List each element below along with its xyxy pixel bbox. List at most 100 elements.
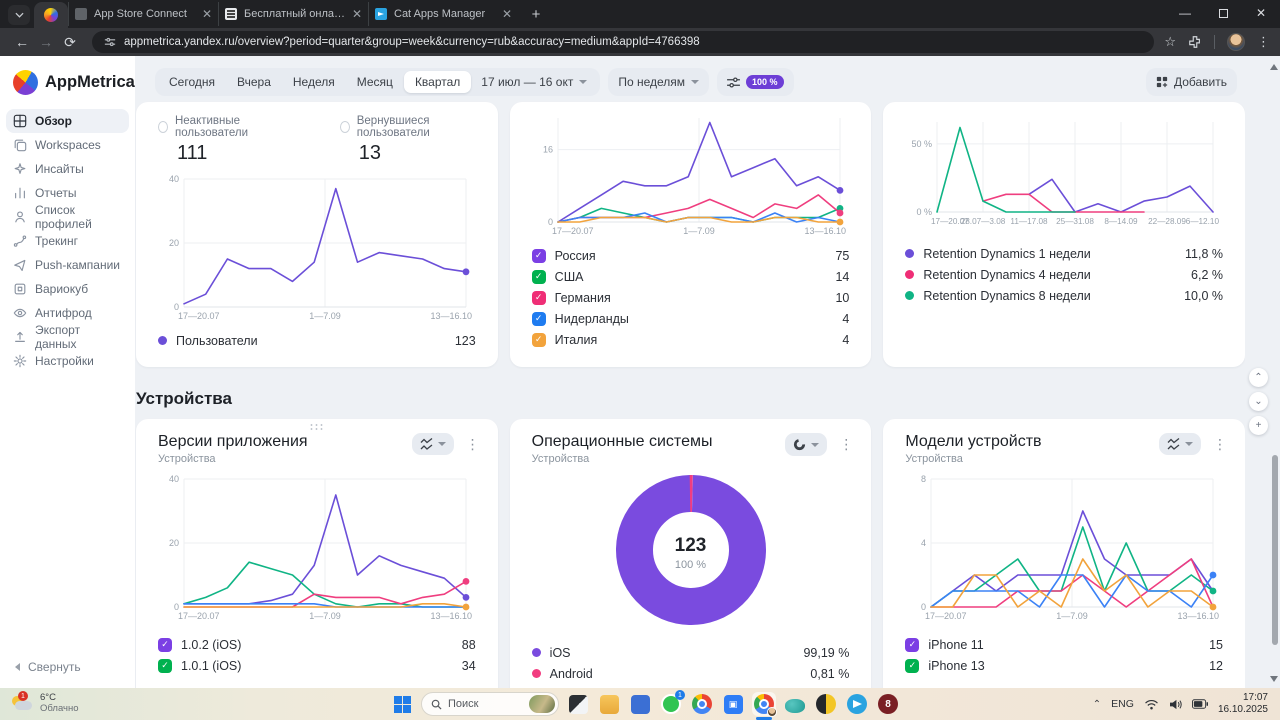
- scrollbar-down-arrow[interactable]: [1270, 676, 1278, 682]
- accuracy-filter-button[interactable]: 100 %: [717, 68, 794, 96]
- legend-item[interactable]: Android0,81 %: [532, 663, 850, 684]
- file-explorer-taskbar-icon[interactable]: [597, 692, 621, 716]
- chart-type-select[interactable]: [412, 433, 454, 455]
- chart-type-select[interactable]: [785, 433, 827, 456]
- legend-item[interactable]: Retention Dynamics 8 недели10,0 %: [905, 285, 1223, 306]
- new-tab-button[interactable]: +: [526, 6, 546, 23]
- tray-expand-icon[interactable]: ⌃: [1093, 699, 1101, 710]
- series-dot-icon[interactable]: [158, 336, 167, 345]
- card-menu-icon[interactable]: ⋮: [462, 436, 484, 453]
- sidebar-item-cube[interactable]: Вариокуб: [6, 277, 129, 301]
- back-button[interactable]: ←: [10, 34, 34, 50]
- drag-handle-icon[interactable]: [309, 423, 325, 431]
- legend-item[interactable]: ✓Италия4: [532, 329, 850, 350]
- scroll-down-button[interactable]: ⌄: [1249, 392, 1268, 411]
- date-range-select[interactable]: 17 июл — 16 окт: [471, 71, 597, 93]
- media-app-taskbar-icon[interactable]: [814, 692, 838, 716]
- language-indicator[interactable]: ENG: [1111, 698, 1134, 710]
- zoom-in-button[interactable]: +: [1249, 416, 1268, 435]
- period-tab[interactable]: Месяц: [346, 71, 404, 93]
- series-dot-icon[interactable]: [532, 648, 541, 657]
- battery-icon[interactable]: [1192, 699, 1208, 709]
- add-widget-button[interactable]: Добавить: [1146, 68, 1237, 96]
- checked-checkbox-icon[interactable]: ✓: [532, 249, 546, 263]
- tab-search-button[interactable]: [8, 5, 30, 25]
- active-tab-appmetrica[interactable]: [34, 2, 68, 28]
- checked-checkbox-icon[interactable]: ✓: [905, 659, 919, 673]
- sidebar-item-workspaces[interactable]: Workspaces: [6, 133, 129, 157]
- checked-checkbox-icon[interactable]: ✓: [532, 291, 546, 305]
- profile-avatar[interactable]: [1227, 33, 1245, 51]
- legend-item[interactable]: Retention Dynamics 1 недели11,8 %: [905, 243, 1223, 264]
- store-taskbar-icon[interactable]: [628, 692, 652, 716]
- page-scrollbar[interactable]: [1270, 56, 1280, 688]
- period-tab[interactable]: Вчера: [226, 71, 282, 93]
- checked-checkbox-icon[interactable]: ✓: [158, 659, 172, 673]
- scrollbar-thumb[interactable]: [1272, 455, 1278, 645]
- period-tab[interactable]: Сегодня: [158, 71, 226, 93]
- maximize-button[interactable]: [1204, 0, 1242, 26]
- extensions-icon[interactable]: [1188, 35, 1202, 49]
- card-menu-icon[interactable]: ⋮: [1209, 436, 1231, 453]
- close-tab-icon[interactable]: ✕: [502, 7, 512, 21]
- sidebar-item-upload[interactable]: Экспорт данных: [6, 325, 129, 349]
- checked-checkbox-icon[interactable]: ✓: [532, 333, 546, 347]
- sidebar-item-grid[interactable]: Обзор: [6, 109, 129, 133]
- grouping-select[interactable]: По неделям: [608, 68, 709, 96]
- legend-item[interactable]: ✓США14: [532, 266, 850, 287]
- browser-menu-icon[interactable]: ⋮: [1257, 34, 1270, 50]
- bookmark-star-icon[interactable]: ☆: [1164, 34, 1176, 50]
- legend-item[interactable]: ✓1.0.2 (iOS)88: [158, 634, 476, 655]
- card-menu-icon[interactable]: ⋮: [835, 436, 857, 453]
- radio-unchecked-icon[interactable]: [158, 121, 168, 133]
- sidebar-item-sparkle[interactable]: Инсайты: [6, 157, 129, 181]
- series-dot-icon[interactable]: [905, 291, 914, 300]
- checked-checkbox-icon[interactable]: ✓: [905, 638, 919, 652]
- task-view-taskbar-icon[interactable]: [566, 692, 590, 716]
- taskbar-search[interactable]: Поиск: [421, 692, 559, 716]
- chrome-profile-taskbar-icon[interactable]: [752, 692, 776, 716]
- legend-item[interactable]: ✓Германия10: [532, 287, 850, 308]
- radio-unchecked-icon[interactable]: [340, 121, 350, 133]
- tab-app-store-connect[interactable]: App Store Connect ✕: [68, 2, 218, 26]
- period-tab[interactable]: Неделя: [282, 71, 346, 93]
- close-tab-icon[interactable]: ✕: [202, 7, 212, 21]
- tab-online-notepad[interactable]: Бесплатный онлайн блокнот ✕: [218, 2, 368, 26]
- sidebar-item-send[interactable]: Push-кампании: [6, 253, 129, 277]
- checked-checkbox-icon[interactable]: ✓: [532, 312, 546, 326]
- forward-button[interactable]: →: [34, 34, 58, 50]
- sidebar-item-gear[interactable]: Настройки: [6, 349, 129, 373]
- close-tab-icon[interactable]: ✕: [352, 7, 362, 21]
- scrollbar-up-arrow[interactable]: [1270, 64, 1278, 70]
- whatsapp-taskbar-icon[interactable]: 1: [659, 692, 683, 716]
- sidebar-item-eye[interactable]: Антифрод: [6, 301, 129, 325]
- legend-item[interactable]: Retention Dynamics 4 недели6,2 %: [905, 264, 1223, 285]
- checked-checkbox-icon[interactable]: ✓: [532, 270, 546, 284]
- series-dot-icon[interactable]: [905, 270, 914, 279]
- clipchamp-taskbar-icon[interactable]: ▣: [721, 692, 745, 716]
- period-tab[interactable]: Квартал: [404, 71, 471, 93]
- legend-item[interactable]: iOS99,19 %: [532, 642, 850, 663]
- chart-type-select[interactable]: [1159, 433, 1201, 455]
- minimize-button[interactable]: —: [1166, 0, 1204, 26]
- legend-item[interactable]: ✓iPhone 1115: [905, 634, 1223, 655]
- sidebar-item-route[interactable]: Трекинг: [6, 229, 129, 253]
- browser-8-taskbar-icon[interactable]: 8: [876, 692, 900, 716]
- checked-checkbox-icon[interactable]: ✓: [158, 638, 172, 652]
- reload-button[interactable]: ⟳: [58, 34, 82, 51]
- volume-icon[interactable]: [1169, 699, 1182, 710]
- chrome-taskbar-icon[interactable]: [690, 692, 714, 716]
- sidebar-item-bar-chart[interactable]: Отчеты: [6, 181, 129, 205]
- start-button[interactable]: [390, 692, 414, 716]
- tab-cat-apps-manager[interactable]: Cat Apps Manager ✕: [368, 2, 518, 26]
- wifi-icon[interactable]: [1144, 699, 1159, 710]
- series-dot-icon[interactable]: [532, 669, 541, 678]
- legend-item[interactable]: ✓Нидерланды4: [532, 308, 850, 329]
- scroll-up-button[interactable]: ⌃: [1249, 368, 1268, 387]
- clock[interactable]: 17:07 16.10.2025: [1218, 692, 1268, 717]
- address-bar[interactable]: appmetrica.yandex.ru/overview?period=qua…: [92, 31, 1154, 53]
- series-dot-icon[interactable]: [905, 249, 914, 258]
- legend-item[interactable]: ✓1.0.1 (iOS)34: [158, 655, 476, 676]
- cloud-app-taskbar-icon[interactable]: [783, 692, 807, 716]
- close-button[interactable]: ✕: [1242, 0, 1280, 26]
